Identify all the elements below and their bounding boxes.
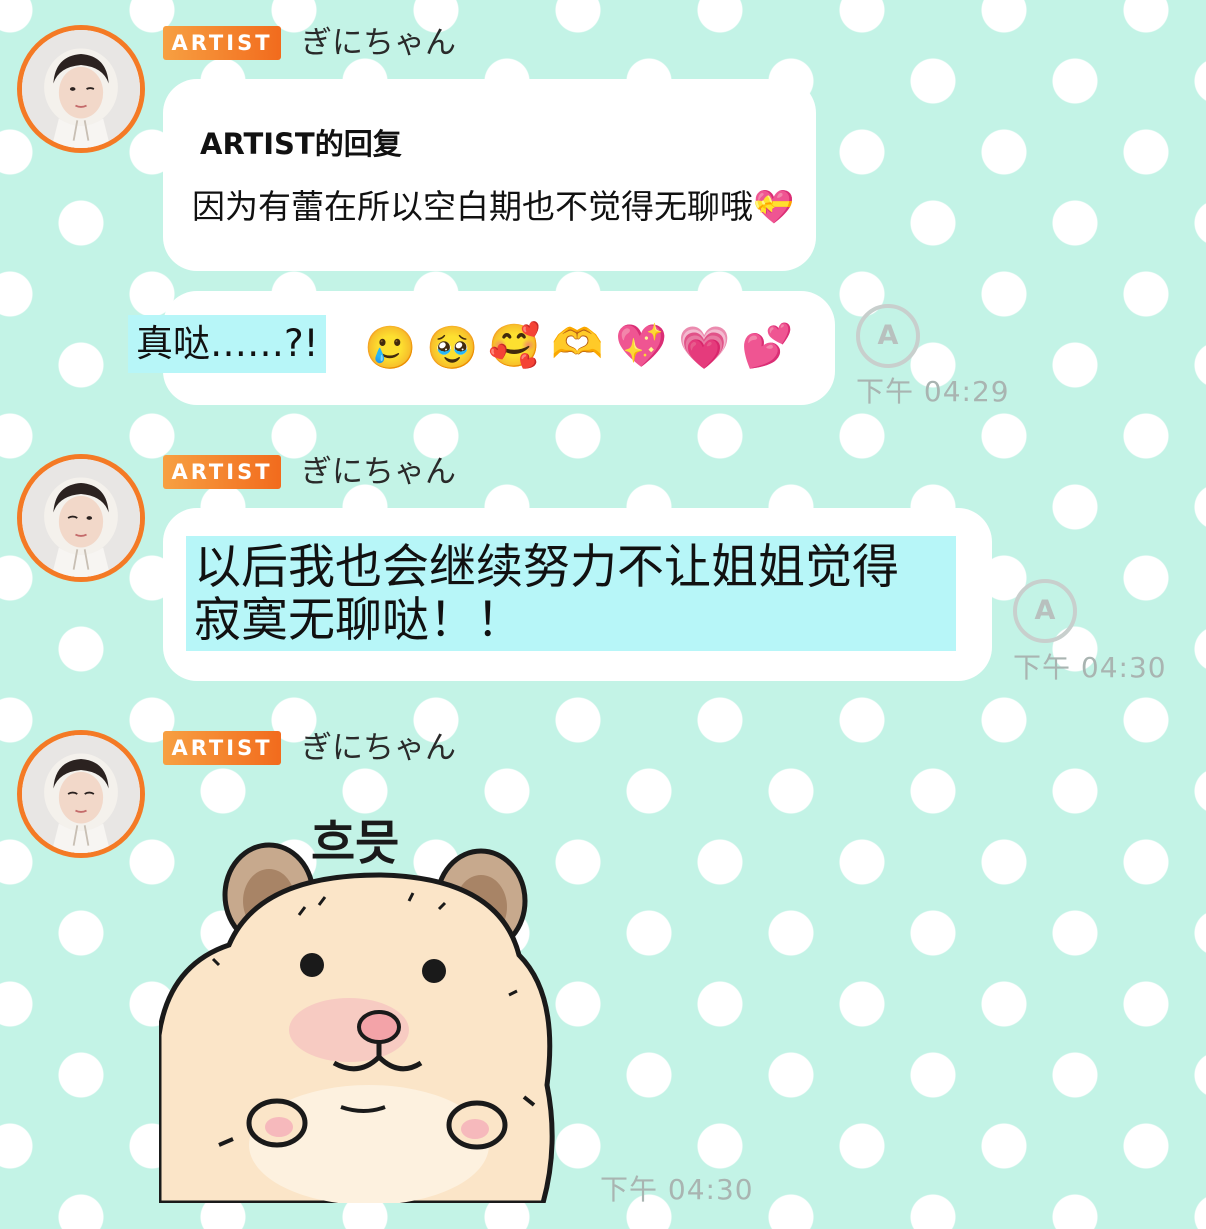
sticker-caption: 흐믓 [311, 815, 400, 871]
sender-name[interactable]: ぎにちゃん [301, 26, 456, 60]
artist-badge: ARTIST [163, 731, 281, 765]
avatar-photo [22, 735, 140, 853]
message-time: 下午 04:30 [600, 1173, 754, 1206]
message-text: 真哒……?! [128, 315, 327, 373]
smiling-hearts-emoji: 🥰 [488, 321, 541, 370]
translate-letter: A [1034, 595, 1056, 626]
translate-icon[interactable]: A [1013, 579, 1077, 643]
sender-name[interactable]: ぎにちゃん [301, 455, 456, 489]
avatar-photo [22, 459, 140, 577]
sparkling-heart-emoji: 💖 [615, 321, 668, 370]
translate-letter: A [877, 320, 899, 351]
holding-tears-emoji: 🥹 [426, 323, 479, 372]
message-time: 下午 04:29 [856, 375, 1010, 408]
hamster-sticker[interactable]: 흐믓 [156, 805, 599, 1206]
message-text-line1: 以后我也会继续努力不让姐姐觉得 [194, 540, 899, 595]
avatar-photo [22, 30, 140, 148]
artist-badge: ARTIST [163, 455, 281, 489]
two-hearts-emoji: 💕 [741, 321, 794, 370]
sender-name[interactable]: ぎにちゃん [301, 731, 456, 765]
message-text-line2: 寂寞无聊哒！！ [194, 593, 523, 648]
reply-bubble[interactable] [163, 79, 816, 271]
artist-avatar[interactable] [17, 730, 145, 858]
message-time: 下午 04:30 [1013, 651, 1167, 684]
reply-label: ARTIST的回复 [200, 127, 402, 161]
tear-smile-emoji: 🥲 [364, 323, 417, 372]
reply-quote-text: 因为有蕾在所以空白期也不觉得无聊哦💝 [188, 180, 801, 228]
growing-heart-emoji: 💗 [678, 323, 731, 372]
artist-badge: ARTIST [163, 26, 281, 60]
artist-avatar[interactable] [17, 454, 145, 582]
translate-icon[interactable]: A [856, 304, 920, 368]
heart-hands-emoji: 🫶 [551, 319, 604, 368]
artist-avatar[interactable] [17, 25, 145, 153]
